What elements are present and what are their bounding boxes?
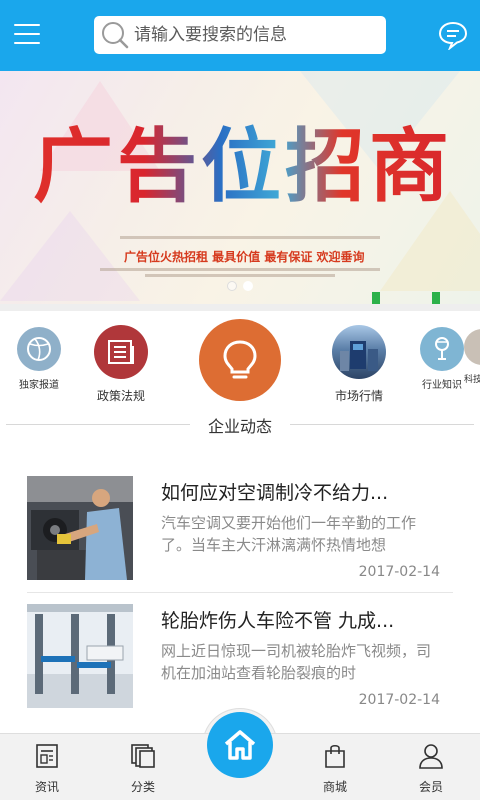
category-policy[interactable]: 政策法规 bbox=[90, 325, 152, 404]
banner-decoration bbox=[372, 292, 380, 304]
news-icon bbox=[36, 744, 58, 768]
carousel-dot[interactable] bbox=[227, 281, 237, 291]
header-bar bbox=[0, 0, 480, 71]
nav-member[interactable]: 会员 bbox=[401, 742, 461, 795]
user-icon bbox=[419, 744, 443, 769]
category-label: 独家报道 bbox=[19, 380, 59, 391]
news-thumbnail bbox=[27, 604, 133, 708]
carousel-indicator bbox=[227, 281, 253, 291]
nav-news[interactable]: 资讯 bbox=[17, 742, 77, 795]
news-item[interactable]: 如何应对空调制冷不给力... 汽车空调又要开始他们一年辛勤的工作了。当车主大汗淋… bbox=[0, 456, 480, 592]
nav-label: 会员 bbox=[418, 780, 443, 794]
banner-title: 广告位招商 bbox=[18, 111, 468, 221]
news-title: 轮胎炸伤人车险不管 九成... bbox=[161, 610, 395, 632]
home-button[interactable] bbox=[207, 712, 273, 778]
category-company-news[interactable] bbox=[195, 319, 285, 401]
nav-label: 分类 bbox=[130, 780, 155, 794]
ad-banner[interactable]: 广告位招商 广告位火热招租 最具价值 最有保证 欢迎垂询 bbox=[0, 71, 480, 304]
banner-fine-text bbox=[145, 274, 335, 277]
category-icon bbox=[131, 744, 155, 768]
document-icon bbox=[94, 325, 148, 379]
divider bbox=[6, 424, 190, 425]
category-label: 市场行情 bbox=[334, 389, 383, 403]
news-thumbnail bbox=[27, 476, 133, 580]
section-title: 企业动态 bbox=[207, 417, 272, 436]
carousel-dot-active[interactable] bbox=[243, 281, 253, 291]
lightbulb-icon bbox=[199, 319, 281, 401]
divider bbox=[0, 304, 480, 311]
news-summary: 网上近日惊现一司机被轮胎炸飞视频，司机在加油站查看轮胎裂痕的时 bbox=[161, 642, 432, 682]
nav-category[interactable]: 分类 bbox=[113, 742, 173, 795]
basketball-icon bbox=[17, 327, 61, 371]
search-box[interactable] bbox=[94, 16, 386, 54]
category-market[interactable]: 市场行情 bbox=[328, 325, 390, 404]
nav-label: 商城 bbox=[322, 780, 347, 794]
chat-icon[interactable] bbox=[437, 20, 469, 52]
news-title: 如何应对空调制冷不给力... bbox=[161, 482, 389, 504]
home-icon bbox=[224, 730, 256, 760]
category-label: 政策法规 bbox=[96, 389, 145, 403]
category-exclusive-report[interactable]: 独家报道 bbox=[10, 327, 68, 391]
category-industry-knowledge[interactable]: 行业知识 bbox=[414, 327, 470, 391]
news-date: 2017-02-14 bbox=[358, 564, 440, 580]
market-photo bbox=[332, 325, 386, 379]
search-input[interactable] bbox=[134, 17, 374, 53]
app-screen: 广告位招商 广告位火热招租 最具价值 最有保证 欢迎垂询 独家报道 bbox=[0, 0, 480, 800]
banner-subtitle: 广告位火热招租 最具价值 最有保证 欢迎垂询 bbox=[124, 250, 365, 264]
nav-label: 资讯 bbox=[34, 780, 59, 794]
microphone-icon bbox=[420, 327, 464, 371]
category-tech[interactable]: 科技 bbox=[464, 329, 480, 385]
nav-mall[interactable]: 商城 bbox=[305, 742, 365, 795]
news-date: 2017-02-14 bbox=[358, 692, 440, 708]
news-summary: 汽车空调又要开始他们一年辛勤的工作了。当车主大汗淋漓满怀热情地想 bbox=[161, 514, 417, 554]
banner-fine-text bbox=[120, 236, 380, 239]
search-icon bbox=[94, 16, 134, 54]
menu-icon[interactable] bbox=[14, 22, 40, 46]
divider bbox=[290, 424, 474, 425]
tech-icon bbox=[464, 329, 480, 365]
category-label: 行业知识 bbox=[422, 380, 462, 391]
news-item[interactable]: 轮胎炸伤人车险不管 九成... 网上近日惊现一司机被轮胎炸飞视频，司机在加油站查… bbox=[0, 584, 480, 720]
banner-fine-text bbox=[100, 268, 380, 271]
shopping-bag-icon bbox=[325, 744, 345, 768]
category-label: 科技 bbox=[464, 375, 480, 385]
banner-decoration bbox=[432, 292, 440, 304]
